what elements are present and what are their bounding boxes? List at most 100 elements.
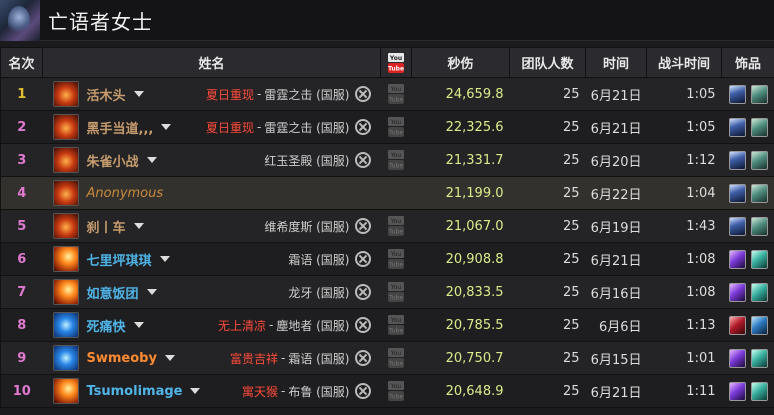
header-team-size[interactable]: 团队人数 — [509, 47, 586, 78]
guild-name-link[interactable]: 夏日重现 — [206, 86, 254, 103]
header-date[interactable]: 时间 — [585, 47, 647, 78]
trinket-icon[interactable] — [750, 117, 768, 137]
trinket-icon[interactable] — [750, 249, 768, 269]
dps-value: 20,833.5 — [411, 275, 510, 309]
youtube-icon[interactable]: You Tube — [387, 149, 405, 171]
table-row: 4 Anonymous 21,199.0 25 6月22日 1:04 — [0, 176, 774, 210]
warrior-class-icon — [52, 147, 79, 173]
player-name-link[interactable]: Swmeoby — [87, 351, 157, 366]
chevron-down-icon[interactable] — [164, 355, 175, 361]
player-name-link[interactable]: 如意饭团 — [87, 283, 139, 302]
youtube-cell — [380, 176, 412, 210]
header-name[interactable]: 姓名 — [42, 47, 381, 78]
header-rank[interactable]: 名次 — [0, 47, 43, 78]
youtube-icon[interactable]: You Tube — [387, 215, 405, 237]
armory-icon[interactable] — [354, 251, 371, 267]
youtube-icon[interactable]: You Tube — [387, 281, 405, 303]
trinket-icon[interactable] — [728, 117, 746, 137]
trinket-icon[interactable] — [728, 249, 746, 269]
chevron-down-icon[interactable] — [146, 289, 157, 295]
youtube-icon[interactable]: You Tube — [387, 248, 405, 270]
team-size-value: 25 — [509, 209, 586, 243]
youtube-icon[interactable]: You Tube — [387, 380, 405, 402]
rank-number: 5 — [17, 218, 27, 234]
armory-icon[interactable] — [354, 317, 371, 333]
trinket-icon[interactable] — [750, 216, 768, 236]
player-name-link[interactable]: 黑手当道,,, — [87, 118, 154, 137]
svg-text:Tube: Tube — [388, 361, 403, 368]
server-name: 雷霆之击 (国服) — [264, 120, 350, 135]
guild-name-link[interactable]: 寓天猴 — [242, 383, 278, 400]
armory-icon[interactable] — [354, 284, 371, 300]
youtube-icon[interactable]: You Tube — [387, 83, 405, 105]
trinket-icon[interactable] — [728, 183, 746, 203]
team-size-value: 25 — [509, 242, 586, 276]
date-value: 6月6日 — [585, 308, 647, 342]
trinket-icon[interactable] — [750, 348, 768, 368]
trinket-icon[interactable] — [728, 216, 746, 236]
rank-number: 10 — [12, 383, 31, 399]
trinket-icon[interactable] — [750, 282, 768, 302]
armory-icon[interactable] — [354, 218, 371, 234]
trinket-icon[interactable] — [750, 183, 768, 203]
rank-cell: 6 — [0, 242, 43, 276]
player-name-link[interactable]: 七里坪琪琪 — [87, 250, 152, 269]
player-name-link[interactable]: 刹丨车 — [87, 217, 126, 236]
armory-icon[interactable] — [354, 350, 371, 366]
player-name-link[interactable]: 死痛快 — [87, 316, 126, 335]
team-size-value: 25 — [509, 110, 586, 144]
trinket-icon[interactable] — [750, 315, 768, 335]
player-name-link[interactable]: Tsumolimage — [87, 384, 183, 399]
trinket-icon[interactable] — [728, 315, 746, 335]
date-value: 6月21日 — [585, 77, 647, 111]
warrior-class-icon — [52, 180, 79, 206]
table-row: 6 七里坪琪琪 霜语 (国服) You Tube 20,908.8 25 6月21日 1:08 — [0, 242, 774, 276]
player-name-link[interactable]: Anonymous — [87, 186, 164, 201]
player-name-link[interactable]: 活木头 — [87, 85, 126, 104]
svg-text:Tube: Tube — [388, 394, 403, 401]
trinket-icon[interactable] — [750, 150, 768, 170]
fight-time-value: 1:13 — [646, 308, 722, 342]
armory-icon[interactable] — [354, 152, 371, 168]
header-youtube[interactable]: You Tube — [380, 47, 412, 78]
chevron-down-icon[interactable] — [190, 388, 201, 394]
guild-name-link[interactable]: 无上清凉 — [218, 317, 266, 334]
chevron-down-icon[interactable] — [133, 91, 144, 97]
trinket-icon[interactable] — [728, 282, 746, 302]
trinket-icon[interactable] — [728, 381, 746, 401]
guild-name-link[interactable]: 富贵吉祥 — [230, 350, 278, 367]
trinket-icon[interactable] — [728, 348, 746, 368]
dps-value: 20,648.9 — [411, 374, 510, 408]
header-trinkets: 饰品 — [721, 47, 774, 78]
trinket-icon[interactable] — [750, 84, 768, 104]
guild-name-link[interactable]: 夏日重现 — [206, 119, 254, 136]
chevron-down-icon[interactable] — [133, 322, 144, 328]
chevron-down-icon[interactable] — [133, 223, 144, 229]
svg-text:You: You — [390, 284, 402, 291]
trinket-icon[interactable] — [728, 150, 746, 170]
trinket-icon[interactable] — [728, 84, 746, 104]
rank-number: 3 — [17, 152, 27, 168]
youtube-icon[interactable]: You Tube — [387, 347, 405, 369]
chevron-down-icon[interactable] — [146, 157, 157, 163]
header-dps[interactable]: 秒伤 — [411, 47, 510, 78]
team-size-value: 25 — [509, 143, 586, 177]
youtube-icon[interactable]: You Tube — [387, 314, 405, 336]
server-name: 霜语 (国服) — [288, 252, 350, 267]
chevron-down-icon[interactable] — [161, 124, 172, 130]
armory-icon[interactable] — [354, 119, 371, 135]
trinket-icon[interactable] — [750, 381, 768, 401]
rank-number: 7 — [17, 284, 27, 300]
team-size-value: 25 — [509, 308, 586, 342]
armory-icon[interactable] — [354, 86, 371, 102]
server-name: 红玉圣殿 (国服) — [264, 153, 350, 168]
youtube-icon[interactable]: You Tube — [387, 116, 405, 138]
dps-value: 24,659.8 — [411, 77, 510, 111]
svg-text:Tube: Tube — [388, 97, 403, 104]
header-fight-time[interactable]: 战斗时间 — [646, 47, 722, 78]
fire-mage-class-icon — [52, 246, 79, 272]
armory-icon[interactable] — [354, 383, 371, 399]
player-name-link[interactable]: 朱雀小战 — [87, 151, 139, 170]
fight-time-value: 1:11 — [646, 374, 722, 408]
chevron-down-icon[interactable] — [159, 256, 170, 262]
